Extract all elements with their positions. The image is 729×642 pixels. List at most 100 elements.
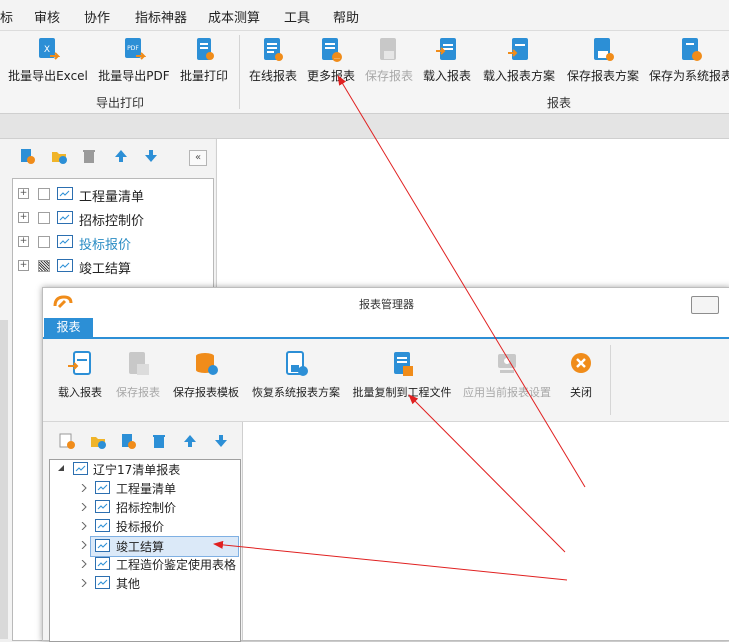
- expand-icon[interactable]: +: [18, 236, 29, 247]
- move-up-icon[interactable]: [113, 148, 129, 164]
- tree-item[interactable]: 工程量清单: [50, 479, 238, 498]
- dialog-save-report-button[interactable]: 保存报表: [113, 351, 163, 400]
- report-folder-icon: [95, 557, 110, 570]
- tree-item[interactable]: 招标控制价: [50, 498, 238, 517]
- batch-export-excel-button[interactable]: X 批量导出Excel: [8, 37, 88, 84]
- save-template-icon: [196, 353, 218, 375]
- report-manager-dialog: 报表管理器 报表 载入报表 保存报表 保存报表模板 恢复系统报表方案 批量复制到…: [42, 287, 729, 642]
- report-folder-icon: [57, 187, 73, 200]
- save-report-scheme-button[interactable]: 保存报表方案: [565, 37, 641, 84]
- pdf-export-icon: PDF: [125, 38, 146, 60]
- dialog-left-pane: 辽宁17清单报表 工程量清单 招标控制价 投标报价 竣工结算 工程造价鉴定使用表…: [43, 422, 242, 642]
- move-down-icon[interactable]: [143, 148, 159, 164]
- report-folder-icon: [95, 539, 110, 552]
- checkbox[interactable]: [38, 188, 50, 200]
- collapse-triangle-icon[interactable]: [58, 465, 66, 473]
- expand-triangle-icon[interactable]: [81, 522, 87, 530]
- expand-icon[interactable]: +: [18, 212, 29, 223]
- toolbar-separator: [610, 345, 611, 415]
- dialog-close-button[interactable]: 关闭: [561, 351, 601, 400]
- menu-item-cost-estimate[interactable]: 成本测算: [208, 7, 260, 26]
- menu-item-audit[interactable]: 审核: [34, 7, 60, 26]
- add-folder-icon[interactable]: [51, 148, 67, 164]
- add-folder-icon[interactable]: [90, 433, 106, 449]
- save-report-button[interactable]: 保存报表: [364, 37, 414, 84]
- close-icon: [571, 353, 591, 373]
- ribbon-separator: [239, 35, 240, 109]
- tree-item[interactable]: + 招标控制价: [13, 208, 211, 229]
- expand-triangle-icon[interactable]: [81, 484, 87, 492]
- more-reports-button[interactable]: … 更多报表: [306, 37, 356, 84]
- add-file-icon[interactable]: [120, 433, 136, 449]
- restore-window-button[interactable]: [691, 296, 719, 314]
- menu-item-collab[interactable]: 协作: [84, 7, 110, 26]
- svg-text:X: X: [44, 45, 50, 55]
- tree-item[interactable]: 工程造价鉴定使用表格: [50, 555, 238, 574]
- batch-copy-to-project-button[interactable]: 批量复制到工程文件: [350, 351, 454, 400]
- save-report-icon: [380, 38, 396, 60]
- menu-item-help[interactable]: 帮助: [333, 7, 359, 26]
- more-reports-icon: …: [322, 38, 342, 62]
- tree-item-selected[interactable]: 竣工结算: [90, 536, 239, 557]
- expand-icon[interactable]: +: [18, 260, 29, 271]
- tree-item[interactable]: + 投标报价: [13, 232, 211, 253]
- tab-reports[interactable]: 报表: [44, 318, 93, 337]
- dialog-load-report-button[interactable]: 载入报表: [55, 351, 105, 400]
- save-as-system-report-button[interactable]: 保存为系统报表: [649, 37, 729, 84]
- load-report-button[interactable]: 载入报表: [422, 37, 472, 84]
- dialog-tab-row: 报表: [43, 318, 729, 339]
- checkbox[interactable]: [38, 212, 50, 224]
- restore-system-scheme-button[interactable]: 恢复系统报表方案: [249, 351, 343, 400]
- delete-icon[interactable]: [151, 433, 167, 449]
- dialog-toolbar: 载入报表 保存报表 保存报表模板 恢复系统报表方案 批量复制到工程文件 应用当前…: [43, 339, 729, 422]
- expand-triangle-icon[interactable]: [81, 560, 87, 568]
- save-report-icon: [129, 352, 149, 375]
- dialog-title: 报表管理器: [359, 298, 414, 311]
- dialog-preview-area: [242, 422, 729, 640]
- restore-scheme-icon: [286, 351, 308, 376]
- menu-bar: 标 审核 协作 指标神器 成本测算 工具 帮助: [0, 0, 729, 31]
- checkbox[interactable]: [38, 236, 50, 248]
- load-report-scheme-button[interactable]: 载入报表方案: [481, 37, 557, 84]
- move-up-icon[interactable]: [182, 433, 198, 449]
- svg-text:PDF: PDF: [127, 45, 139, 52]
- tree-item[interactable]: + 竣工结算: [13, 256, 211, 277]
- add-report-icon[interactable]: [19, 148, 35, 164]
- tree-root[interactable]: 辽宁17清单报表: [50, 460, 238, 479]
- expand-triangle-icon[interactable]: [81, 579, 87, 587]
- expand-icon[interactable]: +: [18, 188, 29, 199]
- excel-export-icon: X: [39, 38, 60, 60]
- move-down-icon[interactable]: [213, 433, 229, 449]
- report-folder-icon: [57, 211, 73, 224]
- load-report-icon: [68, 351, 91, 375]
- report-folder-icon: [95, 481, 110, 494]
- online-report-button[interactable]: 在线报表: [248, 37, 298, 84]
- tree-item[interactable]: 其他: [50, 574, 238, 593]
- menu-item-indicator-tool[interactable]: 指标神器: [135, 7, 187, 26]
- add-report-icon[interactable]: [59, 433, 75, 449]
- print-icon: [197, 38, 214, 60]
- apply-current-settings-button[interactable]: 应用当前报表设置: [461, 351, 553, 400]
- load-report-icon: [436, 38, 456, 60]
- save-report-template-button[interactable]: 保存报表模板: [171, 351, 241, 400]
- checkbox-partial[interactable]: [38, 260, 50, 272]
- save-system-report-icon: [682, 38, 702, 61]
- menu-item-tools[interactable]: 工具: [284, 7, 310, 26]
- save-scheme-icon: [594, 38, 614, 61]
- tree-item[interactable]: 投标报价: [50, 517, 238, 536]
- expand-triangle-icon[interactable]: [81, 503, 87, 511]
- tab-strip: [0, 114, 729, 139]
- tree-item[interactable]: + 工程量清单: [13, 184, 211, 205]
- splitter-handle[interactable]: [0, 320, 8, 639]
- expand-triangle-icon[interactable]: [81, 541, 87, 549]
- batch-copy-icon: [394, 352, 413, 376]
- batch-export-pdf-button[interactable]: PDF 批量导出PDF: [96, 37, 172, 84]
- collapse-panel-button[interactable]: «: [189, 150, 207, 166]
- delete-icon[interactable]: [81, 148, 97, 164]
- batch-print-button[interactable]: 批量打印: [179, 37, 229, 84]
- group-label-reports: 报表: [547, 96, 572, 110]
- report-folder-icon: [57, 235, 73, 248]
- dialog-report-tree: 辽宁17清单报表 工程量清单 招标控制价 投标报价 竣工结算 工程造价鉴定使用表…: [49, 459, 241, 642]
- report-folder-icon: [95, 500, 110, 513]
- menu-item-partial[interactable]: 标: [0, 7, 13, 26]
